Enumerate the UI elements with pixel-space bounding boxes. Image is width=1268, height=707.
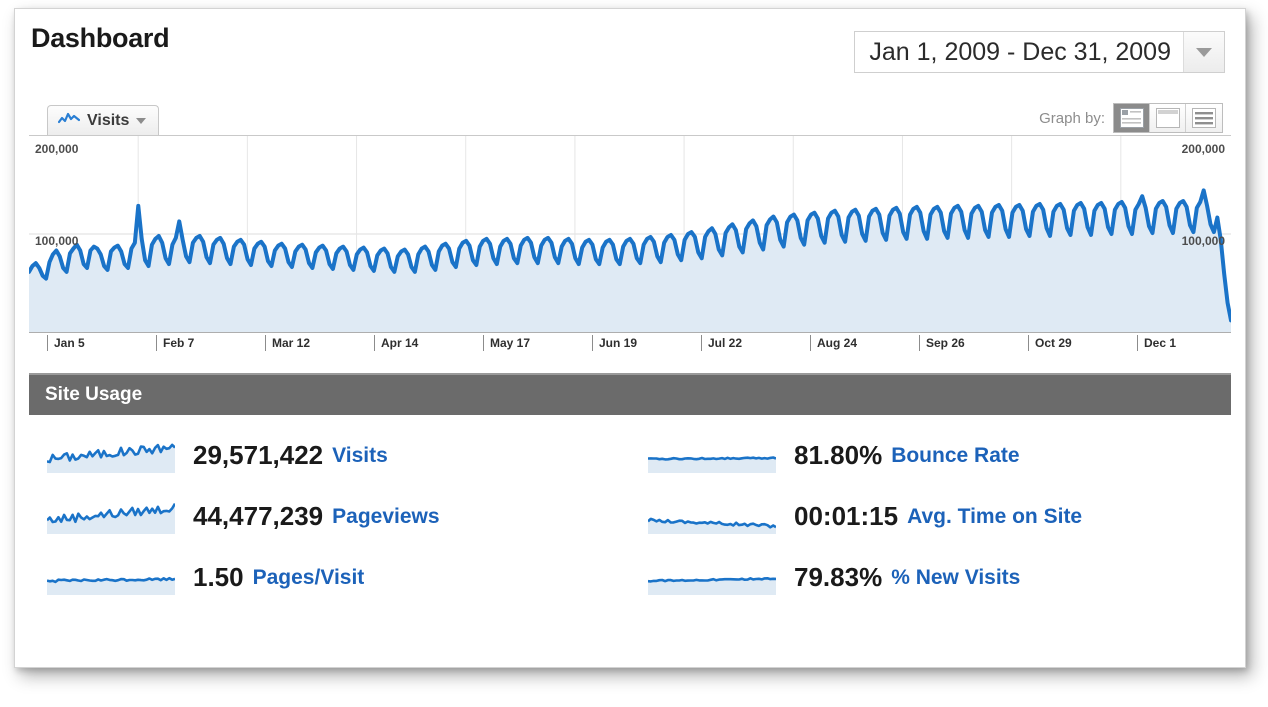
x-axis-tick: Dec 1 [1137,335,1176,351]
metric-label[interactable]: Pageviews [332,505,439,529]
avg-time-on-site-sparkline [648,500,776,534]
bounce-rate-sparkline [648,439,776,473]
metric-value: 81.80% [794,440,883,470]
graph-by-control: Graph by: [1039,103,1223,133]
graph-by-label: Graph by: [1039,109,1105,127]
metric-row: 79.83% % New Visits [630,547,1231,608]
metric-label[interactable]: Pages/Visit [253,566,365,590]
x-axis-tick: Aug 24 [810,335,857,351]
metrics-right-column: 81.80% Bounce Rate 00:01:15 Avg. Time on Si… [630,425,1231,608]
tab-visits-label: Visits [87,111,130,129]
x-axis-tick: Mar 12 [265,335,310,351]
dashboard-header: Dashboard Jan 1, 2009 - Dec 31, 2009 [15,9,1245,101]
site-usage-metrics: 29,571,422 Visits 44,477,239 Pageviews 1.50 P… [29,415,1231,608]
graph-by-buttons [1113,103,1223,133]
date-range-selector[interactable]: Jan 1, 2009 - Dec 31, 2009 [854,31,1225,73]
metric-label[interactable]: % New Visits [891,566,1020,590]
chevron-down-icon[interactable] [1183,32,1224,72]
visits-chart[interactable]: 200,000 200,000 100,000 100,000 [29,135,1231,333]
y-axis-label-top-left: 200,000 [35,142,79,156]
site-usage-title: Site Usage [45,384,143,405]
metrics-left-column: 29,571,422 Visits 44,477,239 Pageviews 1.50 P… [29,425,630,608]
graph-by-day-button[interactable] [1114,104,1150,132]
chart-toolbar: Visits Graph by: [29,101,1231,135]
metric-value: 29,571,422 [193,440,324,470]
metric-label[interactable]: Avg. Time on Site [907,505,1082,529]
visits-sparkline [47,439,175,473]
metric-row: 29,571,422 Visits [29,425,630,486]
x-axis-tick: Jun 19 [592,335,637,351]
y-axis-label-top-right: 200,000 [1181,142,1225,156]
x-axis-tick: Jul 22 [701,335,742,351]
y-axis-label-mid-right: 100,000 [1181,234,1225,248]
chart-x-axis: Jan 5 Feb 7 Mar 12 Apr 14 May 17 Jun 19 Jul 22… [29,333,1231,361]
screenshot-stage: Dashboard Jan 1, 2009 - Dec 31, 2009 Vis… [0,0,1268,707]
dashboard-panel: Dashboard Jan 1, 2009 - Dec 31, 2009 Vis… [14,8,1246,668]
line-chart-icon [57,111,81,130]
metric-value: 79.83% [794,562,883,592]
x-axis-tick: Sep 26 [919,335,965,351]
x-axis-tick: Feb 7 [156,335,194,351]
x-axis-tick: Oct 29 [1028,335,1072,351]
metric-value: 1.50 [193,562,244,592]
y-axis-label-mid-left: 100,000 [35,234,79,248]
visits-chart-svg [29,136,1231,332]
tab-visits[interactable]: Visits [47,105,160,135]
page-title: Dashboard [31,23,170,53]
pageviews-sparkline [47,500,175,534]
site-usage-header: Site Usage [29,373,1231,415]
x-axis-tick: Apr 14 [374,335,418,351]
chevron-down-icon[interactable] [136,117,147,124]
metric-value: 00:01:15 [794,501,899,531]
graph-by-week-button[interactable] [1150,104,1186,132]
metric-row: 81.80% Bounce Rate [630,425,1231,486]
metric-row: 44,477,239 Pageviews [29,486,630,547]
metric-label[interactable]: Bounce Rate [891,444,1019,468]
metric-label[interactable]: Visits [332,444,388,468]
metric-row: 00:01:15 Avg. Time on Site [630,486,1231,547]
pages-per-visit-sparkline [47,561,175,595]
date-range-value: Jan 1, 2009 - Dec 31, 2009 [855,32,1183,72]
metric-value: 44,477,239 [193,501,324,531]
x-axis-tick: Jan 5 [47,335,85,351]
x-axis-tick: May 17 [483,335,530,351]
graph-by-month-button[interactable] [1186,104,1222,132]
new-visits-sparkline [648,561,776,595]
metric-row: 1.50 Pages/Visit [29,547,630,608]
